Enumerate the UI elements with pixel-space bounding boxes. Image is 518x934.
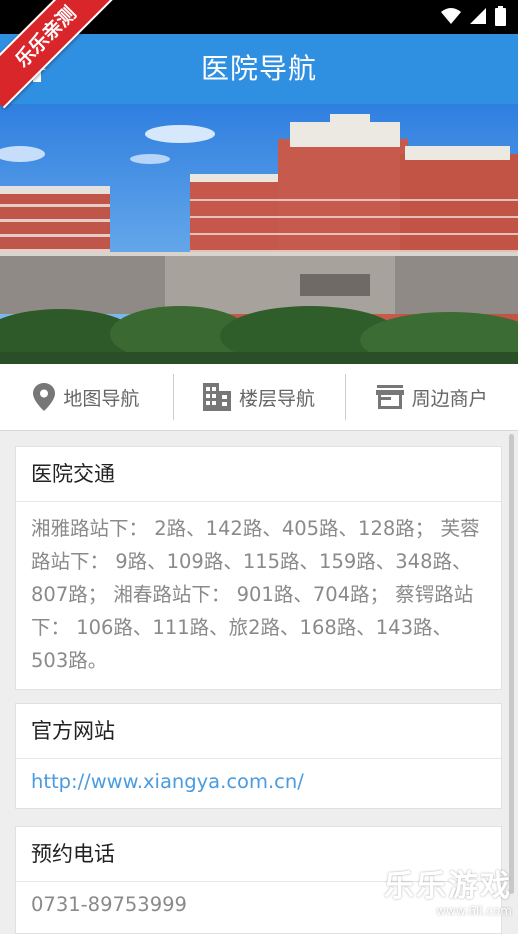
watermark-url: www.6ll.com (436, 904, 512, 918)
traffic-title: 医院交通 (16, 447, 501, 502)
website-title: 官方网站 (16, 704, 501, 759)
tab-map-navigation[interactable]: 地图导航 (0, 364, 173, 430)
tab-floor-navigation[interactable]: 楼层导航 (172, 364, 346, 430)
traffic-card: 医院交通 湘雅路站下： 2路、142路、405路、128路； 芙蓉路站下： 9路… (15, 446, 502, 690)
watermark-title: 乐乐游戏 (384, 869, 512, 904)
tab-label: 楼层导航 (239, 387, 316, 410)
page-title: 医院导航 (200, 52, 317, 85)
scrollbar[interactable] (509, 434, 514, 894)
tab-label: 地图导航 (63, 387, 140, 410)
signal-icon (470, 8, 486, 24)
tab-label: 周边商户 (411, 387, 488, 410)
storefront-icon (375, 385, 404, 409)
nav-tabs: 地图导航 楼层导航 周边商户 (0, 364, 518, 431)
website-link[interactable]: http://www.xiangya.com.cn/ (16, 759, 501, 808)
building-icon (203, 383, 231, 411)
status-icons (441, 6, 506, 26)
app-bar: 医院导航 (0, 34, 518, 104)
website-card: 官方网站 http://www.xiangya.com.cn/ (15, 703, 502, 809)
wifi-icon (441, 8, 461, 24)
map-pin-icon (33, 383, 56, 411)
traffic-routes: 湘雅路站下： 2路、142路、405路、128路； 芙蓉路站下： 9路、109路… (31, 517, 480, 672)
watermark: 乐乐游戏 www.6ll.com (384, 869, 512, 919)
tab-nearby-merchants[interactable]: 周边商户 (345, 364, 518, 430)
hospital-banner-image (0, 104, 518, 364)
battery-icon (495, 6, 506, 26)
